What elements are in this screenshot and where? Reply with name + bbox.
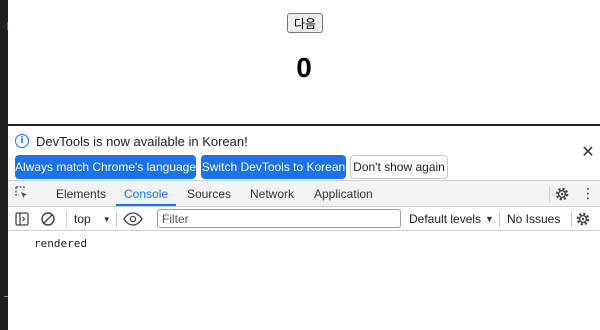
page-viewport: 다음 0: [8, 0, 600, 124]
infobar-message: DevTools is now available in Korean!: [36, 134, 248, 149]
filter-input[interactable]: [157, 209, 401, 228]
dont-show-again-button[interactable]: Don't show again: [350, 155, 448, 179]
counter-display: 0: [296, 52, 312, 83]
console-toolbar: top ▼ Default levels ▼ No Issues: [8, 207, 600, 231]
console-output: rendered: [8, 231, 600, 330]
window-edge: [0, 0, 8, 330]
console-settings-gear-icon[interactable]: [575, 211, 591, 227]
inspect-element-icon[interactable]: [15, 186, 29, 200]
log-levels-label: Default levels: [409, 212, 482, 226]
tab-console[interactable]: Console: [124, 181, 168, 206]
more-options-icon[interactable]: ⋮: [581, 185, 595, 203]
next-button[interactable]: 다음: [287, 13, 323, 33]
toolbar-divider: [571, 211, 572, 227]
toolbar-divider: [116, 211, 117, 227]
dropdown-arrow-icon: ▼: [485, 214, 494, 224]
active-tab-indicator: [116, 204, 176, 206]
tab-elements[interactable]: Elements: [56, 181, 106, 206]
log-levels-dropdown[interactable]: Default levels ▼: [409, 207, 494, 231]
tab-sources[interactable]: Sources: [187, 181, 231, 206]
context-selector[interactable]: top ▼: [74, 207, 111, 231]
tabbar-divider: [549, 186, 550, 202]
info-icon: i: [15, 134, 29, 148]
toolbar-divider: [66, 211, 67, 227]
live-expression-eye-icon[interactable]: [123, 212, 143, 226]
dropdown-arrow-icon: ▼: [102, 214, 111, 224]
tab-application[interactable]: Application: [314, 181, 373, 206]
toolbar-divider: [499, 211, 500, 227]
clear-console-icon[interactable]: [40, 211, 56, 227]
toggle-sidebar-icon[interactable]: [15, 212, 29, 226]
browser-frame: 다음 0 i DevTools is now available in Kore…: [8, 0, 600, 330]
devtools-tabbar: Elements Console Sources Network Applica…: [8, 180, 600, 207]
switch-to-korean-button[interactable]: Switch DevTools to Korean: [201, 155, 346, 179]
issues-counter[interactable]: No Issues: [507, 207, 560, 231]
devtools-panel: i DevTools is now available in Korean! A…: [8, 126, 600, 330]
tab-network[interactable]: Network: [250, 181, 294, 206]
settings-gear-icon[interactable]: [554, 186, 570, 202]
context-label: top: [74, 212, 91, 226]
language-infobar: i DevTools is now available in Korean! A…: [8, 126, 600, 180]
console-log-line: rendered: [34, 237, 87, 250]
always-match-language-button[interactable]: Always match Chrome's language: [15, 155, 196, 179]
close-icon[interactable]: ✕: [580, 144, 596, 160]
